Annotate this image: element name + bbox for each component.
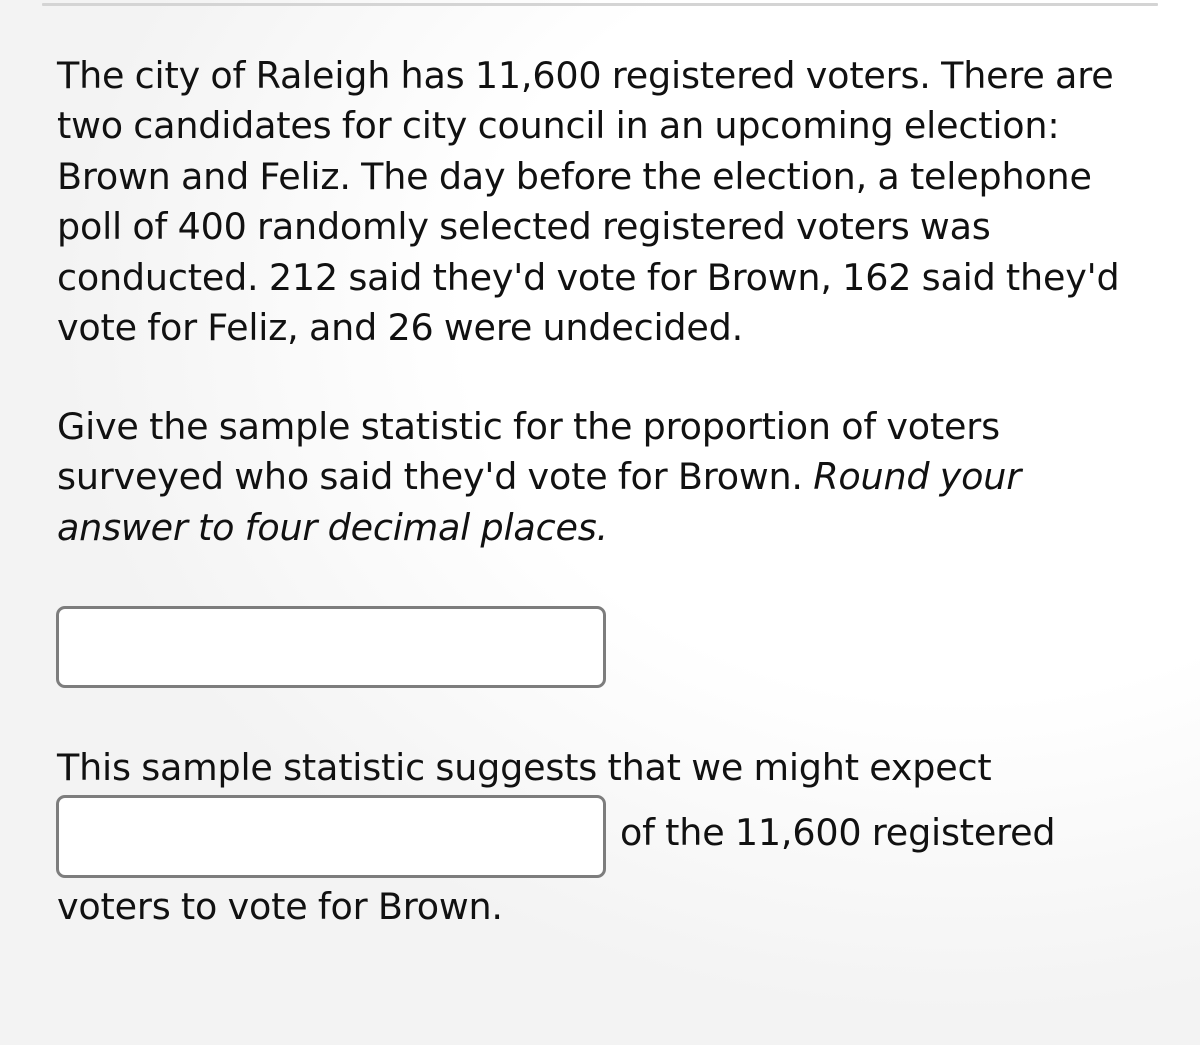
expected-voters-input[interactable]: [56, 795, 606, 878]
sample-proportion-input[interactable]: [56, 606, 606, 688]
followup-text-before: This sample statistic suggests that we m…: [57, 746, 992, 789]
top-divider: [42, 3, 1158, 6]
followup-text-end: voters to vote for Brown.: [57, 885, 503, 928]
problem-container: The city of Raleigh has 11,600 registere…: [56, 51, 1147, 928]
followup-text-after-box: of the 11,600 registered: [620, 811, 1056, 854]
question-prompt: Give the sample statistic for the propor…: [57, 402, 1047, 553]
problem-intro-text: The city of Raleigh has 11,600 registere…: [57, 54, 1120, 350]
